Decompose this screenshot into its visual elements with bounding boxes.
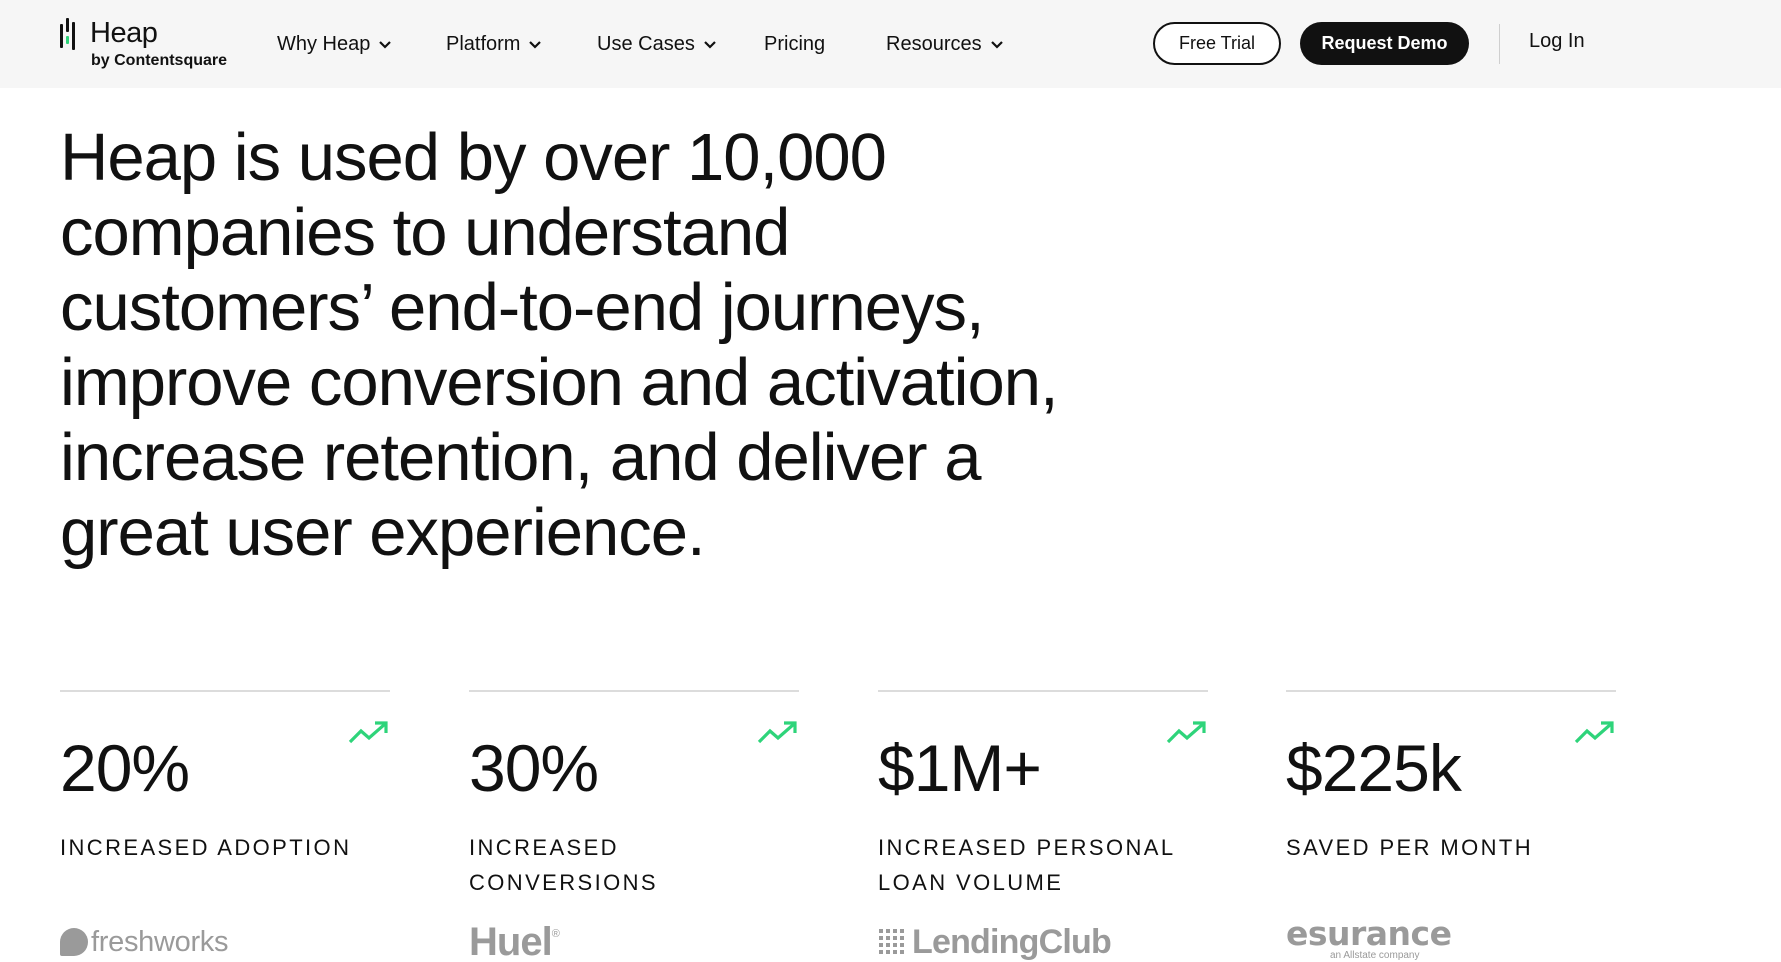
stat-label: Increased conversions [469, 835, 658, 895]
chevron-down-icon [990, 37, 1004, 51]
chevron-down-icon [703, 37, 717, 51]
stat-divider [1286, 690, 1616, 692]
stat-label: Increased personal loan volume [878, 835, 1175, 895]
stat-card: $225k Saved per month esurance an Allsta… [1286, 690, 1616, 962]
site-header: Heap by Contentsquare Why Heap Platform … [0, 0, 1781, 88]
freshworks-mark-icon [60, 928, 88, 956]
nav-resources-label: Resources [886, 32, 982, 55]
trend-up-icon [757, 720, 799, 746]
lendingclub-grid-icon [878, 928, 906, 956]
stat-value: 20% [60, 731, 190, 805]
nav-platform-label: Platform [446, 32, 521, 55]
nav-why-heap[interactable]: Why Heap [277, 30, 392, 58]
nav-resources[interactable]: Resources [886, 30, 1004, 58]
nav-why-heap-label: Why Heap [277, 32, 371, 55]
stat-card: $1M+ Increased personal loan volume Lend… [878, 690, 1208, 962]
logo-tagline: by Contentsquare [91, 52, 228, 69]
esurance-subline: an Allstate company [1330, 950, 1420, 961]
nav-use-cases[interactable]: Use Cases [597, 30, 717, 58]
heap-logo[interactable]: Heap by Contentsquare [60, 16, 250, 74]
heap-logo-mark-icon [60, 18, 80, 52]
freshworks-logo[interactable]: freshworks [60, 922, 229, 962]
nav-pricing-label: Pricing [764, 32, 826, 55]
login-link[interactable]: Log In [1529, 30, 1585, 53]
esurance-logo-wrap: esurance an Allstate company [1286, 914, 1456, 962]
lendingclub-logo[interactable]: LendingClub [878, 922, 1112, 962]
nav-pricing[interactable]: Pricing [764, 30, 825, 58]
lendingclub-wordmark: LendingClub [912, 922, 1112, 961]
stat-label: Increased adoption [60, 835, 352, 860]
esurance-wordmark: esurance [1286, 914, 1452, 953]
stat-value: 30% [469, 731, 599, 805]
nav-divider [1499, 24, 1500, 64]
trend-up-icon [1166, 720, 1208, 746]
free-trial-button[interactable]: Free Trial [1153, 22, 1281, 65]
stat-card: 20% Increased adoption freshworks [60, 690, 390, 962]
stat-label: Saved per month [1286, 835, 1534, 860]
huel-logo[interactable]: Huel ® [469, 919, 560, 962]
esurance-logo[interactable]: esurance an Allstate company [1286, 914, 1456, 962]
stat-divider [469, 690, 799, 692]
request-demo-button[interactable]: Request Demo [1300, 22, 1469, 65]
stat-divider [878, 690, 1208, 692]
stat-card: 30% Increased conversions Huel ® [469, 690, 799, 962]
stat-divider [60, 690, 390, 692]
registered-mark-icon: ® [551, 928, 560, 940]
trend-up-icon [1574, 720, 1616, 746]
nav-platform[interactable]: Platform [446, 30, 542, 58]
stat-value: $225k [1286, 731, 1462, 805]
trend-up-icon [348, 720, 390, 746]
hero-headline: Heap is used by over 10,000 companies to… [60, 120, 1059, 570]
chevron-down-icon [378, 37, 392, 51]
logo-wordmark: Heap [90, 17, 158, 49]
huel-wordmark: Huel [469, 919, 553, 962]
stat-value: $1M+ [878, 731, 1042, 805]
chevron-down-icon [528, 37, 542, 51]
nav-use-cases-label: Use Cases [597, 32, 695, 55]
freshworks-wordmark: freshworks [91, 925, 229, 958]
